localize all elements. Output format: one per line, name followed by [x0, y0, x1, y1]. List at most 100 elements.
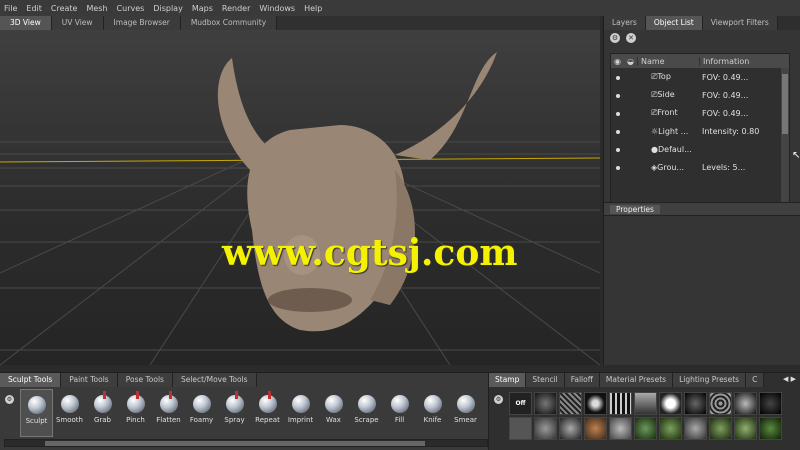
stamp-swatch[interactable] — [759, 417, 782, 440]
object-row-side[interactable]: ⎚Side FOV: 0.49... — [611, 86, 789, 104]
lock-icon[interactable]: ◒ — [624, 57, 637, 66]
stamp-swatch[interactable] — [584, 417, 607, 440]
tool-smear[interactable]: Smear — [449, 389, 482, 437]
stamp-swatch[interactable] — [684, 392, 707, 415]
tab-stencil[interactable]: Stencil — [526, 373, 565, 387]
tool-knife[interactable]: Knife — [416, 389, 449, 437]
gear-icon[interactable]: ⚙ — [610, 33, 620, 43]
visibility-dot-icon[interactable] — [615, 165, 620, 170]
scrollbar-thumb[interactable] — [782, 74, 788, 134]
stamp-swatch[interactable] — [659, 392, 682, 415]
right-panel: Layers Object List Viewport Filters ⚙ ✕ … — [603, 16, 800, 365]
stamp-swatch[interactable] — [584, 392, 607, 415]
tab-image-browser[interactable]: Image Browser — [103, 16, 181, 30]
tab-lighting-presets[interactable]: Lighting Presets — [673, 373, 747, 387]
scrollbar-thumb[interactable] — [45, 441, 425, 446]
tab-falloff[interactable]: Falloff — [564, 373, 600, 387]
tool-grab[interactable]: Grab — [86, 389, 119, 437]
stamp-swatch[interactable] — [709, 417, 732, 440]
tab-uv-view[interactable]: UV View — [51, 16, 104, 30]
object-row-top[interactable]: ⎚Top FOV: 0.49... — [611, 68, 789, 86]
tool-repeat[interactable]: Repeat — [251, 389, 284, 437]
stamp-grid: Off — [509, 392, 782, 440]
tool-wax[interactable]: Wax — [317, 389, 350, 437]
properties-tab[interactable]: Properties — [610, 205, 660, 214]
grab-brush-icon — [93, 391, 112, 413]
tab-viewport-filters[interactable]: Viewport Filters — [702, 16, 778, 30]
tab-object-list[interactable]: Object List — [645, 16, 703, 30]
object-info: FOV: 0.49... — [702, 72, 749, 82]
menu-help[interactable]: Help — [304, 4, 322, 13]
stamp-swatch[interactable] — [609, 417, 632, 440]
object-list-scrollbar[interactable] — [781, 68, 789, 204]
tab-more[interactable]: C — [746, 373, 765, 387]
stamp-swatch[interactable] — [659, 417, 682, 440]
menu-mesh[interactable]: Mesh — [86, 4, 107, 13]
stamp-off[interactable]: Off — [509, 392, 532, 415]
object-info: FOV: 0.49... — [702, 90, 749, 100]
close-icon[interactable]: ✕ — [626, 33, 636, 43]
tab-stamp[interactable]: Stamp — [489, 373, 527, 387]
menu-file[interactable]: File — [4, 4, 17, 13]
3d-viewport[interactable]: www.cgtsj.com — [0, 30, 600, 365]
stamp-swatch[interactable] — [684, 417, 707, 440]
object-row-group[interactable]: ◈Grou... Levels: 5... — [611, 158, 789, 176]
tool-tray-scrollbar[interactable] — [4, 439, 488, 447]
menu-curves[interactable]: Curves — [117, 4, 145, 13]
bottom-tray: Sculpt Tools Paint Tools Pose Tools Sele… — [0, 372, 800, 450]
tab-layers[interactable]: Layers — [604, 16, 646, 30]
tool-spray[interactable]: Spray — [218, 389, 251, 437]
stamp-swatch[interactable] — [634, 392, 657, 415]
object-list-toolbar: ⚙ ✕ — [604, 30, 800, 46]
tool-foamy[interactable]: Foamy — [185, 389, 218, 437]
repeat-brush-icon — [258, 391, 277, 413]
stamp-swatch[interactable] — [534, 417, 557, 440]
wax-brush-icon — [324, 395, 343, 413]
tab-pose-tools[interactable]: Pose Tools — [117, 373, 173, 387]
stamp-swatch[interactable] — [759, 392, 782, 415]
object-row-light[interactable]: ☼Light ... Intensity: 0.80 — [611, 122, 789, 140]
visibility-eye-icon[interactable]: ◉ — [611, 57, 624, 66]
tab-sculpt-tools[interactable]: Sculpt Tools — [0, 373, 62, 387]
column-information[interactable]: Information — [699, 56, 789, 66]
menu-render[interactable]: Render — [222, 4, 250, 13]
menu-display[interactable]: Display — [153, 4, 183, 13]
mudbox-window: File Edit Create Mesh Curves Display Map… — [0, 0, 800, 450]
menu-windows[interactable]: Windows — [259, 4, 295, 13]
tab-select-move-tools[interactable]: Select/Move Tools — [172, 373, 257, 387]
tool-pinch[interactable]: Pinch — [119, 389, 152, 437]
object-row-default-material[interactable]: ●Defaul... — [611, 140, 789, 158]
tool-scrape[interactable]: Scrape — [350, 389, 383, 437]
stamp-swatch[interactable] — [609, 392, 632, 415]
tab-paint-tools[interactable]: Paint Tools — [61, 373, 118, 387]
tool-smooth[interactable]: Smooth — [53, 389, 86, 437]
tab-3d-view[interactable]: 3D View — [0, 16, 52, 30]
stamp-swatch[interactable] — [509, 417, 532, 440]
menu-maps[interactable]: Maps — [192, 4, 213, 13]
visibility-dot-icon[interactable] — [615, 147, 620, 152]
stamp-swatch[interactable] — [559, 392, 582, 415]
menu-edit[interactable]: Edit — [26, 4, 42, 13]
stamp-swatch[interactable] — [734, 392, 757, 415]
visibility-dot-icon[interactable] — [615, 75, 620, 80]
visibility-dot-icon[interactable] — [615, 129, 620, 134]
stamp-swatch[interactable] — [534, 392, 557, 415]
tab-mudbox-community[interactable]: Mudbox Community — [180, 16, 278, 30]
visibility-dot-icon[interactable] — [615, 111, 620, 116]
tool-flatten[interactable]: Flatten — [152, 389, 185, 437]
tool-sculpt[interactable]: Sculpt — [20, 389, 53, 437]
stamp-swatch[interactable] — [734, 417, 757, 440]
object-row-front[interactable]: ⎚Front FOV: 0.49... — [611, 104, 789, 122]
tool-fill[interactable]: Fill — [383, 389, 416, 437]
stamp-swatch[interactable] — [559, 417, 582, 440]
tab-scroll-arrows-icon[interactable]: ◀ ▶ — [783, 375, 796, 383]
tab-material-presets[interactable]: Material Presets — [599, 373, 674, 387]
stamp-swatch[interactable] — [634, 417, 657, 440]
stamp-swatch[interactable] — [709, 392, 732, 415]
visibility-dot-icon[interactable] — [615, 93, 620, 98]
stamp-gear-icon[interactable]: ⚙ — [494, 395, 503, 404]
tool-imprint[interactable]: Imprint — [284, 389, 317, 437]
menu-create[interactable]: Create — [51, 4, 78, 13]
column-name[interactable]: Name — [637, 56, 699, 66]
pinch-brush-icon — [126, 391, 145, 413]
